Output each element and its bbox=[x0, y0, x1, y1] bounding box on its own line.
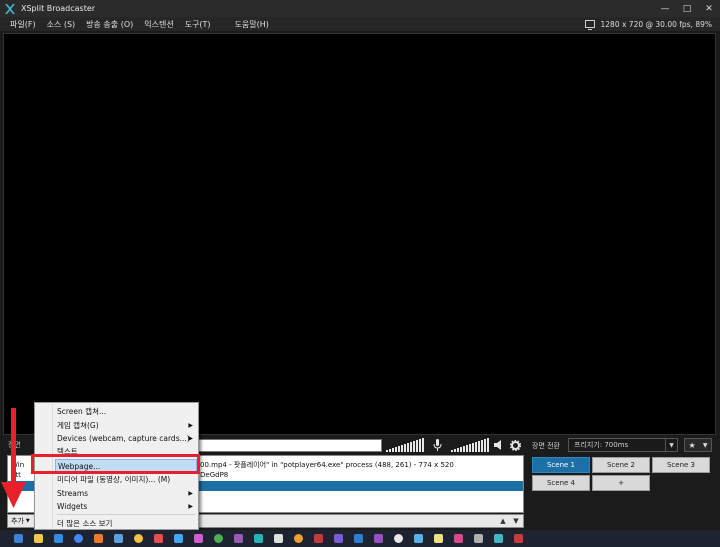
app-icon[interactable] bbox=[274, 534, 283, 543]
source-row-text: DeGdP8 bbox=[200, 471, 229, 479]
app-icon[interactable] bbox=[134, 534, 143, 543]
settings-gear-icon[interactable] bbox=[508, 438, 522, 452]
minimize-button[interactable]: — bbox=[654, 0, 676, 17]
app-icon[interactable] bbox=[234, 534, 243, 543]
app-icon[interactable] bbox=[174, 534, 183, 543]
annotation-arrow-icon bbox=[1, 408, 26, 508]
title-bar: XSplit Broadcaster — □ ✕ bbox=[0, 0, 720, 17]
scene-transition-select[interactable]: 프리지기: 700ms ▼ bbox=[568, 438, 678, 452]
start-icon[interactable] bbox=[14, 534, 23, 543]
menu-source[interactable]: 소스 (S) bbox=[47, 19, 76, 30]
mic-volume-meter[interactable] bbox=[386, 438, 424, 452]
scene-transition-label: 장면 전환 bbox=[532, 442, 560, 450]
submenu-arrow-icon: ▶ bbox=[188, 490, 193, 497]
scene-4-button[interactable]: Scene 4 bbox=[532, 475, 590, 491]
vscode-icon[interactable] bbox=[354, 534, 363, 543]
menu-item-streams[interactable]: Streams ▶ bbox=[57, 487, 195, 500]
scene-3-button[interactable]: Scene 3 bbox=[652, 457, 710, 473]
menu-item-label: 더 많은 소스 보기 bbox=[57, 519, 113, 528]
menu-item-label: Widgets bbox=[57, 502, 88, 511]
chevron-down-icon: ▼ bbox=[25, 518, 30, 524]
speaker-volume-meter[interactable] bbox=[451, 438, 489, 452]
app-icon[interactable] bbox=[434, 534, 443, 543]
scene-transition-value: 프리지기: 700ms bbox=[574, 441, 629, 449]
menu-item-label: 미디어 파일 (동영상, 이미지)... (M) bbox=[57, 475, 171, 484]
star-icon: ★ bbox=[688, 440, 696, 450]
menu-tools[interactable]: 도구(T) bbox=[185, 19, 211, 30]
menu-file[interactable]: 파일(F) bbox=[10, 19, 36, 30]
edge-icon[interactable] bbox=[54, 534, 63, 543]
app-icon[interactable] bbox=[454, 534, 463, 543]
xsplit-taskbar-icon[interactable] bbox=[494, 534, 503, 543]
scene-2-button[interactable]: Scene 2 bbox=[592, 457, 650, 473]
submenu-arrow-icon: ▶ bbox=[188, 503, 193, 510]
app-icon[interactable] bbox=[314, 534, 323, 543]
menu-item-label: 게임 캡쳐(G) bbox=[57, 421, 99, 430]
submenu-arrow-icon: ▶ bbox=[188, 422, 193, 429]
scroll-up-icon[interactable]: ▲ bbox=[497, 516, 509, 526]
menu-extensions[interactable]: 익스텐션 bbox=[144, 19, 173, 30]
transition-options-button[interactable]: ★ ▼ bbox=[684, 438, 712, 452]
menu-item-label: Streams bbox=[57, 489, 89, 498]
menu-item-label: Screen 캡쳐... bbox=[57, 407, 107, 416]
app-icon[interactable] bbox=[474, 534, 483, 543]
app-icon[interactable] bbox=[114, 534, 123, 543]
app-icon[interactable] bbox=[414, 534, 423, 543]
app-icon[interactable] bbox=[394, 534, 403, 543]
chrome-icon[interactable] bbox=[74, 534, 83, 543]
source-row-text: 00.mp4 - 팟플레이어" in "potplayer64.exe" pro… bbox=[200, 461, 454, 469]
menu-item-media-file[interactable]: 미디어 파일 (동영상, 이미지)... (M) bbox=[57, 473, 195, 486]
window-controls: — □ ✕ bbox=[654, 0, 720, 17]
app-icon[interactable] bbox=[374, 534, 383, 543]
app-icon[interactable] bbox=[194, 534, 203, 543]
app-icon[interactable] bbox=[514, 534, 523, 543]
menu-separator bbox=[57, 514, 195, 515]
menu-item-game-capture[interactable]: 게임 캡쳐(G) ▶ bbox=[57, 419, 195, 432]
xsplit-logo-icon bbox=[4, 3, 16, 15]
menu-item-devices[interactable]: Devices (webcam, capture cards...) ▶ bbox=[57, 432, 195, 445]
menu-bar: 파일(F) 소스 (S) 방송 송출 (O) 익스텐션 도구(T) 도움말(H)… bbox=[0, 17, 720, 31]
scroll-down-icon[interactable]: ▼ bbox=[510, 516, 522, 526]
app-icon[interactable] bbox=[94, 534, 103, 543]
close-button[interactable]: ✕ bbox=[698, 0, 720, 17]
speaker-icon[interactable] bbox=[492, 438, 506, 452]
app-icon[interactable] bbox=[294, 534, 303, 543]
app-icon[interactable] bbox=[154, 534, 163, 543]
menu-help[interactable]: 도움말(H) bbox=[235, 19, 269, 30]
maximize-button[interactable]: □ bbox=[676, 0, 698, 17]
add-scene-button[interactable]: + bbox=[592, 475, 650, 491]
menu-item-widgets[interactable]: Widgets ▶ bbox=[57, 500, 195, 513]
menu-item-label: Devices (webcam, capture cards...) bbox=[57, 434, 190, 443]
windows-taskbar bbox=[0, 530, 720, 547]
menu-item-screen-capture[interactable]: Screen 캡쳐... bbox=[57, 405, 195, 418]
resolution-fps-text: 1280 x 720 @ 30.00 fps, 89% bbox=[600, 19, 712, 29]
annotation-highlight-box bbox=[31, 454, 200, 474]
app-icon[interactable] bbox=[254, 534, 263, 543]
app-icon[interactable] bbox=[214, 534, 223, 543]
menu-broadcast[interactable]: 방송 송출 (O) bbox=[86, 19, 133, 30]
window-title: XSplit Broadcaster bbox=[21, 4, 96, 13]
monitor-icon bbox=[584, 20, 595, 30]
output-stats: 1280 x 720 @ 30.00 fps, 89% bbox=[584, 17, 712, 31]
chevron-down-icon: ▼ bbox=[702, 441, 708, 449]
preview-canvas[interactable] bbox=[3, 33, 716, 435]
chevron-down-icon: ▼ bbox=[665, 439, 677, 451]
visual-studio-icon[interactable] bbox=[334, 534, 343, 543]
submenu-arrow-icon: ▶ bbox=[188, 435, 193, 442]
menu-item-more-sources[interactable]: 더 많은 소스 보기 bbox=[57, 517, 195, 530]
volume-field[interactable] bbox=[198, 439, 382, 452]
scene-1-button[interactable]: Scene 1 bbox=[532, 457, 590, 473]
microphone-icon[interactable] bbox=[430, 438, 444, 452]
folder-icon[interactable] bbox=[34, 534, 43, 543]
